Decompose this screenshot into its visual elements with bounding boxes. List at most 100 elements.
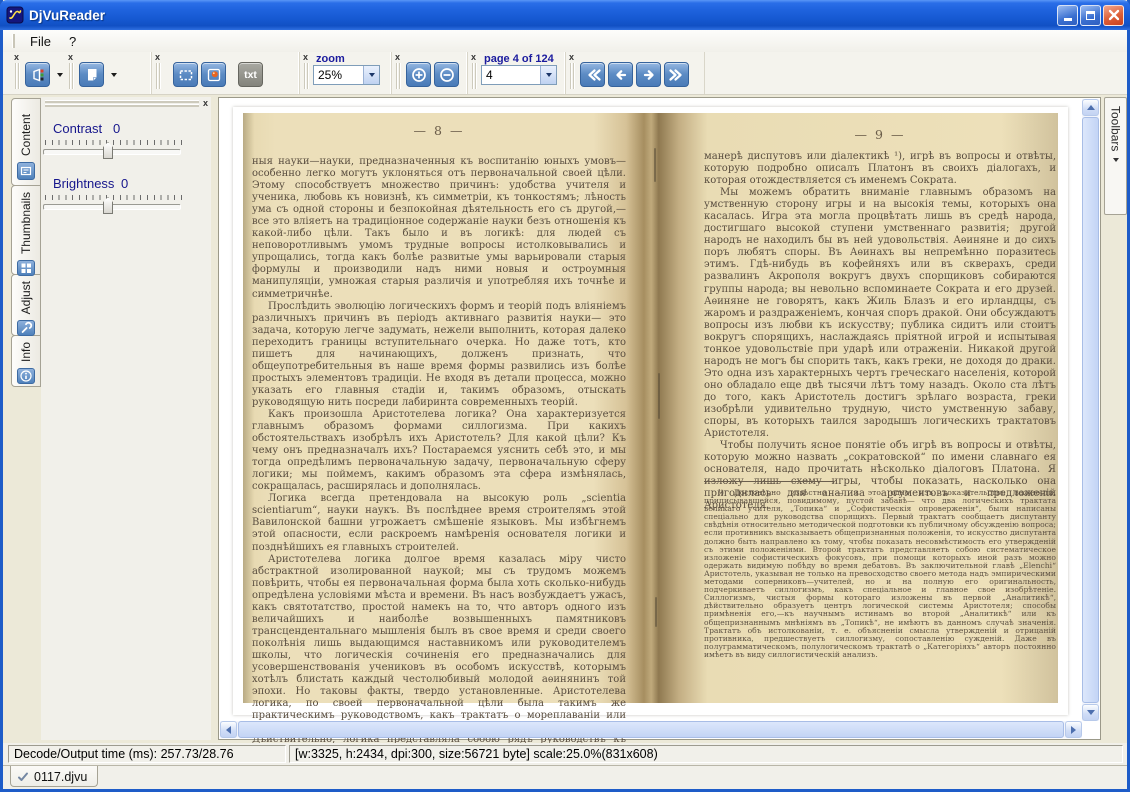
text-mode-button[interactable]: txt	[238, 62, 263, 87]
arrow-left-icon	[226, 726, 231, 734]
sidebar-tab-label: Adjust	[19, 281, 33, 314]
right-page-number: — 9 —	[704, 127, 1056, 142]
arrow-left-icon	[612, 66, 630, 84]
arrow-right-icon	[640, 66, 658, 84]
window-controls	[1057, 5, 1124, 26]
page-paragraph: Мы можемъ обратить вниманіе главнымъ обр…	[704, 187, 1056, 440]
page-paragraph: Логика всегда претендовала на высокую ро…	[252, 493, 626, 553]
toolbar-grip[interactable]	[304, 63, 309, 89]
close-button[interactable]	[1103, 5, 1124, 26]
text-mode-label: txt	[244, 69, 257, 81]
djvu-file-icon	[17, 771, 29, 783]
next-page-button[interactable]	[636, 62, 661, 87]
toolbars-side-tab[interactable]: Toolbars	[1104, 97, 1127, 215]
toolbar-close-icon[interactable]: x	[471, 53, 476, 62]
panel-grip[interactable]	[45, 104, 199, 107]
vertical-scrollbar-thumb[interactable]	[1082, 117, 1099, 703]
adjust-panel: x Contrast 0 Brightness 0	[41, 97, 211, 740]
file-tab[interactable]: 0117.djvu	[10, 766, 98, 787]
right-page-footnote: ¹) Достовѣрно извѣстно — и это одно изъ …	[704, 489, 1056, 659]
zoom-combobox[interactable]: 25%	[313, 65, 380, 85]
wrench-icon	[17, 320, 35, 336]
brightness-ticks	[45, 195, 182, 200]
page-paragraph: манерѣ диспутовъ или діалектикѣ ¹), игрѣ…	[704, 151, 1056, 187]
file-tab-label: 0117.djvu	[34, 770, 87, 784]
page-combobox[interactable]: 4	[481, 65, 557, 85]
brightness-label: Brightness	[53, 176, 114, 191]
select-region-button[interactable]	[173, 62, 198, 87]
toolbar-close-icon[interactable]: x	[395, 53, 400, 62]
toolbar: x x x	[3, 52, 1127, 95]
page-layout-button[interactable]	[79, 62, 104, 87]
menu-grip[interactable]	[12, 34, 15, 48]
horizontal-scrollbar-thumb[interactable]	[238, 721, 1064, 738]
sidebar-tab-content[interactable]: Content	[11, 98, 41, 186]
toolbar-grip[interactable]	[156, 63, 161, 89]
toolbars-tab-label: Toolbars	[1109, 106, 1123, 151]
window-title: DjVuReader	[29, 8, 105, 23]
zoom-out-button[interactable]	[434, 62, 459, 87]
sidebar-tab-label: Info	[19, 342, 33, 362]
selection-rectangle-icon	[177, 66, 195, 84]
page-paragraph: Какъ произошла Аристотелева логика? Она …	[252, 409, 626, 493]
toolbars-tab-arrow-icon	[1113, 158, 1119, 162]
panel-close-icon[interactable]: x	[203, 98, 208, 108]
toolbar-close-icon[interactable]: x	[14, 53, 19, 62]
toolbar-grip[interactable]	[15, 63, 20, 89]
page-layout-icon	[83, 66, 101, 84]
toolbar-close-icon[interactable]: x	[155, 53, 160, 62]
toolbar-close-icon[interactable]: x	[569, 53, 574, 62]
toolbar-grip[interactable]	[69, 63, 74, 89]
sidebar-tab-info[interactable]: Info	[11, 335, 41, 387]
toolbar-close-icon[interactable]: x	[303, 53, 308, 62]
sidebar-tab-thumbnails[interactable]: Thumbnails	[11, 185, 41, 275]
panel-grip[interactable]	[45, 100, 199, 103]
arrow-right-icon	[1071, 726, 1076, 734]
display-mode-icon	[29, 66, 47, 84]
vertical-scrollbar[interactable]	[1082, 99, 1099, 721]
toolbar-group-zoom-buttons: x	[391, 52, 467, 94]
sidebar-tab-adjust[interactable]: Adjust	[11, 274, 41, 336]
scroll-down-button[interactable]	[1082, 704, 1099, 721]
toolbar-group-navigation: x	[565, 52, 705, 94]
content-icon	[17, 162, 35, 180]
toolbar-grip[interactable]	[570, 63, 575, 89]
contrast-value: 0	[113, 121, 120, 136]
last-page-button[interactable]	[664, 62, 689, 87]
document-view[interactable]: — 8 — ныя науки—науки, предназначенныя к…	[218, 97, 1101, 740]
menu-file[interactable]: File	[21, 32, 60, 51]
toolbar-grip[interactable]	[472, 63, 477, 89]
arrow-down-icon	[1087, 710, 1095, 715]
minimize-button[interactable]	[1057, 5, 1078, 26]
menu-bar: File ?	[3, 30, 1127, 52]
toolbar-grip[interactable]	[396, 63, 401, 89]
previous-page-button[interactable]	[608, 62, 633, 87]
zoom-value: 25%	[314, 66, 363, 84]
sidebar-tab-label: Content	[19, 105, 33, 156]
horizontal-scrollbar[interactable]	[220, 721, 1082, 738]
page-layout-dropdown[interactable]	[111, 73, 117, 77]
file-tab-bar: 0117.djvu	[3, 765, 1127, 789]
image-mode-button[interactable]	[201, 62, 226, 87]
scroll-right-button[interactable]	[1065, 721, 1082, 738]
scroll-left-button[interactable]	[220, 721, 237, 738]
left-page-text: ныя науки—науки, предназначенныя къ восп…	[252, 156, 626, 758]
maximize-button[interactable]	[1080, 5, 1101, 26]
footnote-paragraph: ¹) Достовѣрно извѣстно — и это одно изъ …	[704, 489, 1056, 659]
display-mode-dropdown[interactable]	[57, 73, 63, 77]
toolbar-group-layout: x	[65, 52, 119, 94]
scroll-up-button[interactable]	[1082, 99, 1099, 116]
binding-mark	[654, 148, 656, 182]
contrast-ticks	[45, 140, 182, 145]
display-mode-button[interactable]	[25, 62, 50, 87]
first-page-button[interactable]	[580, 62, 605, 87]
toolbar-group-zoom: x zoom 25%	[299, 52, 391, 94]
sidebar-tab-label: Thumbnails	[19, 192, 33, 254]
zoom-dropdown-button[interactable]	[363, 66, 379, 84]
image-icon	[205, 66, 223, 84]
contrast-label: Contrast	[53, 121, 102, 136]
page-dropdown-button[interactable]	[540, 66, 556, 84]
menu-help[interactable]: ?	[60, 32, 85, 51]
toolbar-close-icon[interactable]: x	[68, 53, 73, 62]
zoom-in-button[interactable]	[406, 62, 431, 87]
